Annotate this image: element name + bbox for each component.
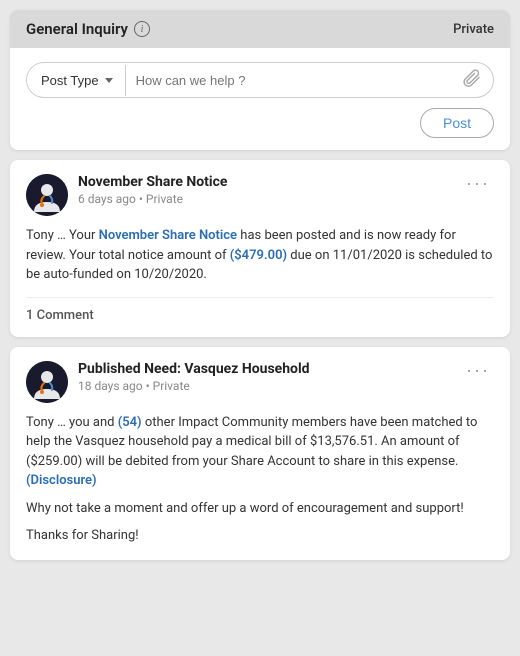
attach-button[interactable] xyxy=(451,63,493,97)
card-body: Tony … you and (54) other Impact Communi… xyxy=(26,413,494,546)
body-link[interactable]: (Disclosure) xyxy=(26,473,97,488)
compose-input[interactable] xyxy=(126,65,451,96)
body-link[interactable]: November Share Notice xyxy=(99,228,237,243)
compose-card: General Inquiry i Private Post Type Post xyxy=(10,10,510,150)
card-title: Published Need: Vasquez Household xyxy=(78,361,310,377)
avatar xyxy=(26,361,68,403)
card-subtitle: 18 days ago • Private xyxy=(78,379,310,393)
card-body: Tony … Your November Share Notice has be… xyxy=(26,226,494,285)
chevron-down-icon xyxy=(105,78,113,83)
card-meta: Published Need: Vasquez Household 18 day… xyxy=(78,361,310,393)
card-header-left: November Share Notice 6 days ago • Priva… xyxy=(26,174,227,216)
post-button[interactable]: Post xyxy=(420,108,494,138)
body-extra: Why not take a moment and offer up a wor… xyxy=(26,499,494,519)
card-title: November Share Notice xyxy=(78,174,227,190)
card-meta: November Share Notice 6 days ago • Priva… xyxy=(78,174,227,206)
compose-header: General Inquiry i Private xyxy=(10,10,510,48)
card-header-left: Published Need: Vasquez Household 18 day… xyxy=(26,361,310,403)
card-footer: 1 Comment xyxy=(26,297,494,323)
post-type-button[interactable]: Post Type xyxy=(27,65,126,96)
compose-actions: Post xyxy=(26,98,494,138)
info-icon[interactable]: i xyxy=(134,21,150,37)
post-type-label: Post Type xyxy=(41,73,99,88)
card-subtitle: 6 days ago • Private xyxy=(78,192,227,206)
compose-input-row: Post Type xyxy=(26,62,494,98)
feed-container: November Share Notice 6 days ago • Priva… xyxy=(0,160,520,560)
card-header: Published Need: Vasquez Household 18 day… xyxy=(26,361,494,403)
compose-body: Post Type Post xyxy=(10,48,510,150)
body-link[interactable]: (54) xyxy=(118,415,142,430)
compose-title: General Inquiry xyxy=(26,20,128,38)
compose-header-left: General Inquiry i xyxy=(26,20,150,38)
body-extra: Thanks for Sharing! xyxy=(26,526,494,546)
avatar xyxy=(26,174,68,216)
card-header: November Share Notice 6 days ago • Priva… xyxy=(26,174,494,216)
more-options-button[interactable]: ··· xyxy=(462,174,494,192)
paperclip-icon xyxy=(463,69,481,91)
feed-card-1: Published Need: Vasquez Household 18 day… xyxy=(10,347,510,560)
more-options-button[interactable]: ··· xyxy=(462,361,494,379)
feed-card-0: November Share Notice 6 days ago • Priva… xyxy=(10,160,510,337)
body-link[interactable]: ($479.00) xyxy=(230,248,287,263)
compose-privacy: Private xyxy=(453,22,494,37)
